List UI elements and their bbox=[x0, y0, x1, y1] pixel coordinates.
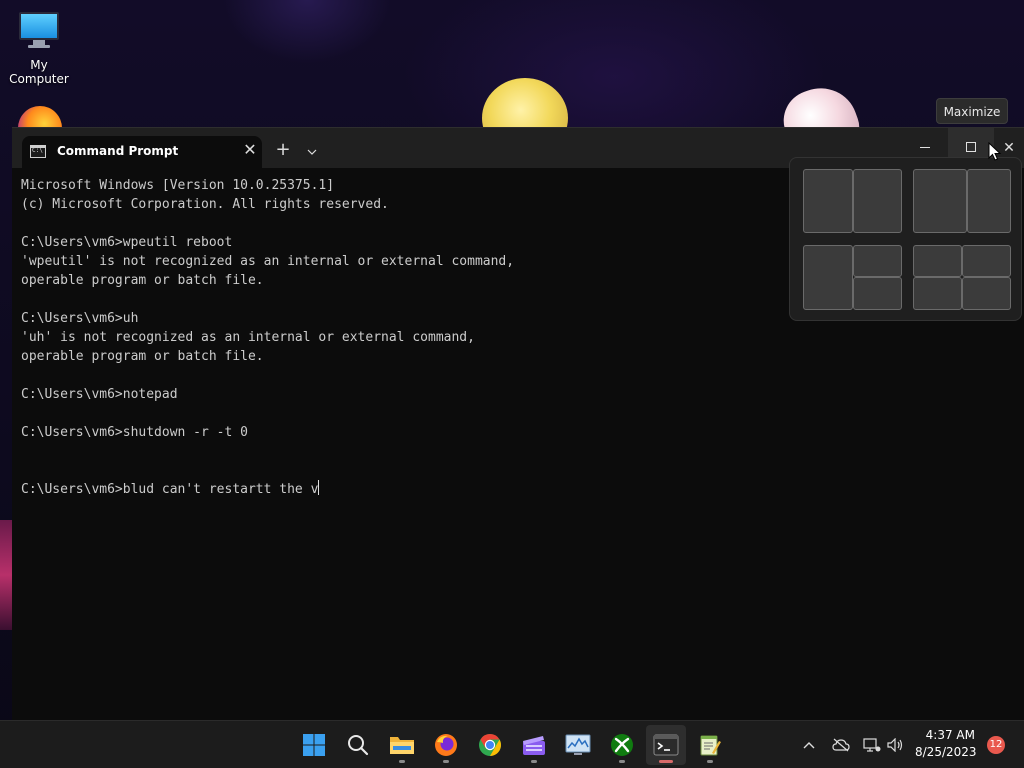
console-line: C:\Users\vm6>shutdown -r -t 0 bbox=[21, 425, 248, 440]
folder-icon bbox=[390, 737, 414, 754]
network-icon[interactable] bbox=[862, 733, 882, 757]
notepad-icon bbox=[700, 735, 721, 756]
monitor-chart-icon bbox=[565, 734, 591, 755]
console-input-line[interactable]: C:\Users\vm6>blud can't restartt the v bbox=[21, 480, 1011, 499]
clipchamp-button[interactable] bbox=[514, 725, 554, 765]
chrome-icon bbox=[479, 734, 501, 756]
terminal-button[interactable] bbox=[646, 725, 686, 765]
firefox-icon bbox=[435, 734, 457, 756]
desktop-icon-label: My Computer bbox=[9, 58, 69, 86]
running-indicator bbox=[619, 760, 625, 763]
clock-time: 4:37 AM bbox=[925, 728, 975, 742]
snap-zone-quad-bottom-right[interactable] bbox=[962, 277, 1011, 310]
desktop-icon-my-computer[interactable]: My Computer bbox=[0, 8, 78, 86]
file-explorer-button[interactable] bbox=[382, 725, 422, 765]
taskbar: 4:37 AM 8/25/2023 12 bbox=[0, 720, 1024, 768]
snap-zone-quad-top-left[interactable] bbox=[913, 245, 962, 277]
console-line: 'uh' is not recognized as an internal or… bbox=[21, 330, 475, 345]
snap-zone-quad-bottom-left[interactable] bbox=[913, 277, 962, 310]
windows-logo-icon bbox=[303, 734, 325, 756]
tab-title: Command Prompt bbox=[57, 144, 179, 158]
terminal-icon bbox=[653, 734, 679, 756]
running-indicator bbox=[443, 760, 449, 763]
running-indicator bbox=[531, 760, 537, 763]
onedrive-offline-icon[interactable] bbox=[830, 733, 852, 757]
notification-badge[interactable]: 12 bbox=[987, 736, 1005, 754]
xbox-button[interactable] bbox=[602, 725, 642, 765]
tab-dropdown-chevron-icon[interactable] bbox=[302, 139, 322, 163]
mouse-cursor-icon bbox=[988, 142, 1002, 161]
search-icon bbox=[348, 735, 369, 756]
minimize-icon bbox=[920, 147, 930, 148]
notepad-button[interactable] bbox=[690, 725, 730, 765]
snap-zone-third-right[interactable] bbox=[967, 169, 1011, 233]
console-input-text: C:\Users\vm6>blud can't restartt the v bbox=[21, 482, 319, 497]
tab-command-prompt[interactable]: C:\ Command Prompt ✕ bbox=[22, 136, 262, 168]
volume-icon[interactable] bbox=[885, 733, 907, 757]
snap-zone-left-tall[interactable] bbox=[803, 245, 853, 310]
console-line: operable program or batch file. bbox=[21, 349, 264, 364]
new-tab-button[interactable]: + bbox=[272, 138, 294, 162]
maximize-icon bbox=[966, 142, 976, 152]
search-button[interactable] bbox=[338, 725, 378, 765]
computer-monitor-icon bbox=[0, 12, 78, 48]
running-indicator bbox=[707, 760, 713, 763]
clock-date: 8/25/2023 bbox=[915, 745, 977, 759]
tray-overflow-chevron-icon[interactable] bbox=[800, 733, 818, 757]
snap-zone-bottom-right[interactable] bbox=[853, 277, 902, 310]
console-line: C:\Users\vm6>notepad bbox=[21, 387, 178, 402]
system-clock[interactable]: 4:37 AM 8/25/2023 bbox=[915, 727, 977, 761]
firefox-button[interactable] bbox=[426, 725, 466, 765]
chrome-button[interactable] bbox=[470, 725, 510, 765]
snap-zone-half-left[interactable] bbox=[803, 169, 853, 233]
cmd-icon: C:\ bbox=[30, 145, 46, 158]
xbox-icon bbox=[611, 734, 633, 756]
tab-close-icon[interactable]: ✕ bbox=[240, 140, 260, 160]
clipchamp-icon bbox=[523, 736, 545, 755]
snap-zone-half-right[interactable] bbox=[853, 169, 902, 233]
resource-monitor-button[interactable] bbox=[558, 725, 598, 765]
active-indicator bbox=[659, 760, 673, 763]
running-indicator bbox=[399, 760, 405, 763]
snap-zone-quad-top-right[interactable] bbox=[962, 245, 1011, 277]
snap-zone-top-right[interactable] bbox=[853, 245, 902, 277]
start-button[interactable] bbox=[294, 725, 334, 765]
snap-zone-twothirds-left[interactable] bbox=[913, 169, 967, 233]
maximize-tooltip: Maximize bbox=[936, 98, 1008, 124]
snap-layouts-flyout bbox=[789, 157, 1022, 321]
text-caret bbox=[318, 480, 320, 495]
